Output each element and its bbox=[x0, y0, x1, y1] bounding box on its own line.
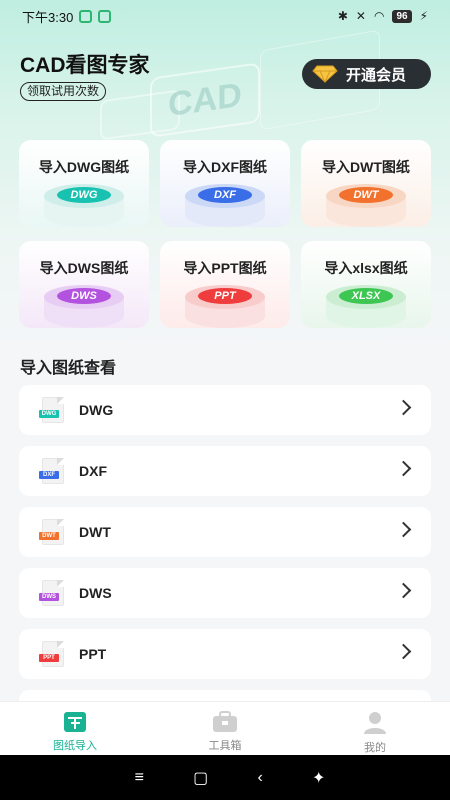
nav-label: 图纸导入 bbox=[53, 740, 97, 752]
file-type-badge: PPT bbox=[198, 288, 252, 304]
nav-tab-toolbox[interactable]: 工具箱 bbox=[150, 702, 300, 755]
file-type-label: DWG bbox=[79, 402, 114, 418]
battery-indicator: 96 bbox=[392, 9, 412, 23]
status-bar: 下午3:30 ✱ ✕ ◠ 96 ⚡ bbox=[0, 0, 450, 32]
file-type-label: DWT bbox=[79, 524, 111, 540]
profile-icon bbox=[364, 712, 386, 734]
hero-decoration-cad: CAD bbox=[150, 62, 260, 138]
chevron-right-icon bbox=[395, 460, 412, 477]
import-card-label: 导入xlsx图纸 bbox=[324, 260, 408, 276]
import-card-label: 导入DWT图纸 bbox=[322, 159, 410, 175]
bottom-navigation: 图纸导入 工具箱 我的 bbox=[0, 701, 450, 755]
charging-icon: ⚡ bbox=[419, 9, 428, 23]
import-card-label: 导入DWS图纸 bbox=[39, 260, 129, 276]
file-dwt-icon: DWT bbox=[39, 519, 67, 545]
file-type-row-dws[interactable]: DWS DWS bbox=[19, 568, 431, 618]
drawing-import-icon bbox=[64, 712, 86, 732]
file-type-badge-graphic: DWG bbox=[44, 184, 124, 227]
home-icon[interactable]: ▢ bbox=[193, 768, 208, 788]
accessibility-icon[interactable]: ✦ bbox=[312, 768, 325, 788]
file-type-label: PPT bbox=[79, 646, 107, 662]
wifi-icon: ◠ bbox=[373, 9, 385, 23]
file-type-badge: DWT bbox=[339, 187, 393, 203]
toolbox-icon bbox=[213, 711, 237, 732]
import-card-label: 导入DXF图纸 bbox=[183, 159, 267, 175]
vip-button-label: 开通会员 bbox=[346, 66, 407, 84]
import-card-dwg[interactable]: 导入DWG图纸 DWG bbox=[19, 140, 149, 227]
import-card-label: 导入DWG图纸 bbox=[38, 159, 130, 175]
file-type-badge-graphic: PPT bbox=[185, 285, 265, 328]
status-time: 下午3:30 bbox=[22, 9, 74, 25]
file-type-row-dxf[interactable]: DXF DXF bbox=[19, 446, 431, 496]
file-type-row-ppt[interactable]: PPT PPT bbox=[19, 629, 431, 679]
notification-app-icon bbox=[98, 9, 112, 23]
notification-app-icon bbox=[79, 9, 93, 23]
nav-tab-drawing-import[interactable]: 图纸导入 bbox=[0, 702, 150, 755]
import-card-dxf[interactable]: 导入DXF图纸 DXF bbox=[160, 140, 290, 227]
file-type-badge: DWS bbox=[57, 288, 111, 304]
file-type-badge-graphic: XLSX bbox=[326, 285, 406, 328]
import-card-label: 导入PPT图纸 bbox=[183, 260, 267, 276]
file-type-badge-graphic: DWT bbox=[326, 184, 406, 227]
file-type-badge: DWG bbox=[57, 187, 111, 203]
file-type-badge: DXF bbox=[198, 187, 252, 203]
diamond-icon bbox=[312, 65, 338, 83]
chevron-right-icon bbox=[395, 582, 412, 599]
file-type-row-dwg[interactable]: DWG DWG bbox=[19, 385, 431, 435]
import-card-dws[interactable]: 导入DWS图纸 DWS bbox=[19, 241, 149, 328]
nav-label: 工具箱 bbox=[208, 740, 242, 752]
file-type-label: DWS bbox=[79, 585, 112, 601]
menu-icon[interactable]: ≡ bbox=[135, 769, 144, 787]
system-navigation-bar: ≡ ▢ ‹ ✦ bbox=[0, 755, 450, 800]
chevron-right-icon bbox=[395, 521, 412, 538]
signal-off-icon: ✕ bbox=[355, 9, 366, 23]
file-type-row-dwt[interactable]: DWT DWT bbox=[19, 507, 431, 557]
file-type-badge-graphic: DWS bbox=[44, 285, 124, 328]
vip-membership-button[interactable]: 开通会员 bbox=[302, 59, 431, 89]
file-ppt-icon: PPT bbox=[39, 641, 67, 667]
chevron-right-icon bbox=[395, 399, 412, 416]
import-card-xlsx[interactable]: 导入xlsx图纸 XLSX bbox=[301, 241, 431, 328]
back-icon[interactable]: ‹ bbox=[257, 769, 262, 787]
app-title: CAD看图专家 bbox=[20, 54, 150, 77]
file-dxf-icon: DXF bbox=[39, 458, 67, 484]
file-dws-icon: DWS bbox=[39, 580, 67, 606]
chevron-right-icon bbox=[395, 643, 412, 660]
nav-label: 我的 bbox=[364, 742, 386, 754]
claim-trial-button[interactable]: 领取试用次数 bbox=[20, 82, 107, 101]
file-type-badge: XLSX bbox=[339, 288, 393, 304]
file-dwg-icon: DWG bbox=[39, 397, 67, 423]
file-type-badge-graphic: DXF bbox=[185, 184, 265, 227]
file-type-label: DXF bbox=[79, 463, 107, 479]
import-card-ppt[interactable]: 导入PPT图纸 PPT bbox=[160, 241, 290, 328]
section-title: 导入图纸查看 bbox=[20, 360, 117, 377]
bluetooth-icon: ✱ bbox=[337, 9, 348, 23]
nav-tab-profile[interactable]: 我的 bbox=[300, 702, 450, 755]
import-card-dwt[interactable]: 导入DWT图纸 DWT bbox=[301, 140, 431, 227]
